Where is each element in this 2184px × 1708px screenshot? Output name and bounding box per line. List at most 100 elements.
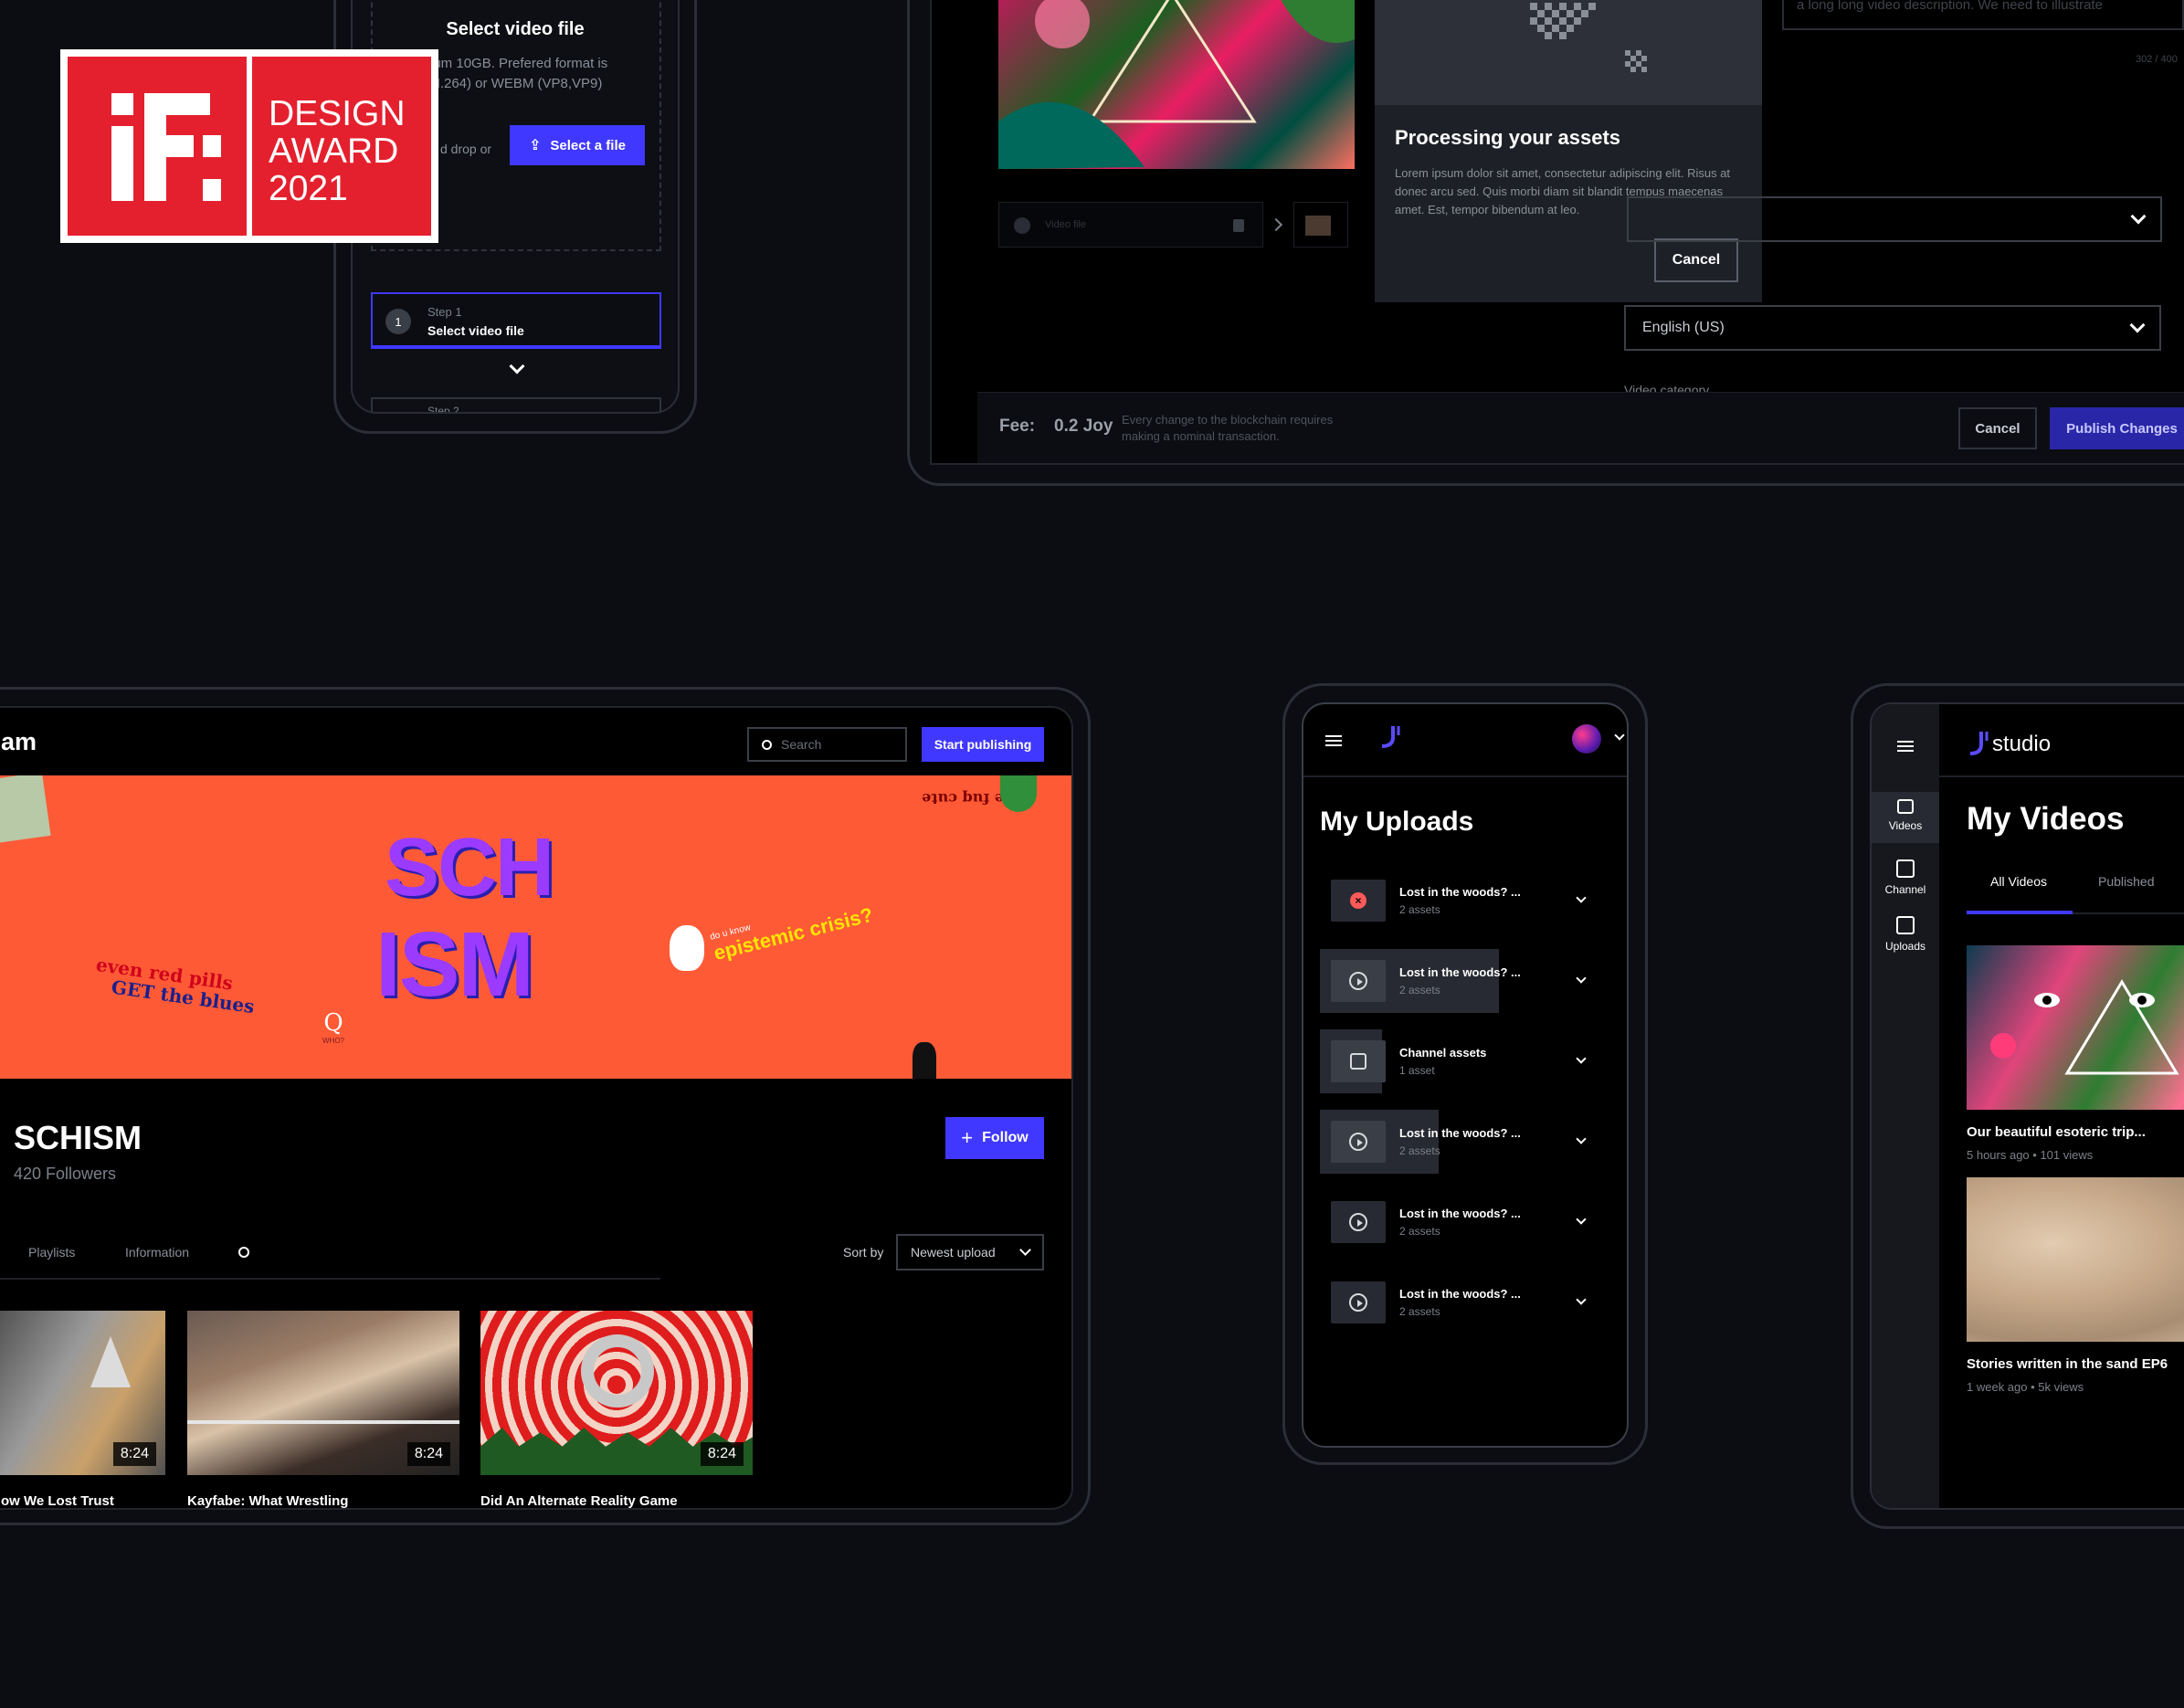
header-divider (1303, 775, 1627, 777)
category-label: Video category (1624, 383, 1710, 392)
upload-item[interactable]: Lost in the woods? ... 2 assets (1303, 1270, 1627, 1334)
fee-note-1: Every change to the blockchain requires (1122, 413, 1334, 427)
follow-button[interactable]: + Follow (945, 1117, 1044, 1159)
search-input[interactable]: Search (747, 727, 907, 762)
channel-icon (1331, 1040, 1386, 1082)
chevron-down-icon[interactable] (1576, 973, 1587, 984)
select-file-button[interactable]: ⇪ Select a file (510, 125, 645, 165)
chevron-down-icon[interactable] (1576, 1133, 1587, 1144)
play-icon (1331, 1281, 1386, 1323)
expand-steps-icon[interactable] (509, 358, 525, 374)
upload-item[interactable]: Lost in the woods? ... 2 assets (1303, 1110, 1627, 1174)
checker-art (1530, 3, 1647, 72)
upload-desc-2: (H.264) or WEBM (VP8,VP9) (426, 76, 603, 91)
studio-hamburger-icon[interactable] (1897, 741, 1914, 752)
video-title[interactable]: Did An Alternate Reality Game (480, 1493, 678, 1508)
thumbnail-field[interactable] (1293, 202, 1348, 248)
avatar[interactable] (1572, 724, 1601, 754)
chevron-down-icon[interactable] (1576, 1053, 1587, 1064)
edit-tablet-frame: Video file Processing your assets Lorem … (907, 0, 2184, 486)
step-2-card[interactable]: Step 2 (371, 397, 661, 412)
tab-active-indicator (1967, 911, 2073, 914)
chevron-down-icon[interactable] (1576, 892, 1587, 903)
upload-item-sub: 2 assets (1399, 984, 1440, 996)
tab-information[interactable]: Information (125, 1245, 189, 1260)
description-field[interactable]: a long long video description. We need t… (1782, 0, 2184, 30)
upload-item[interactable]: Lost in the woods? ... 2 assets (1303, 949, 1627, 1013)
avatar-chevron-icon[interactable] (1614, 730, 1625, 741)
char-count: 302 / 400 (2136, 54, 2178, 65)
studio-video-title[interactable]: Our beautiful esoteric trip... (1967, 1124, 2146, 1140)
channel-banner: SCH ISM even red pills GET the blues Q W… (0, 775, 1071, 1079)
channel-search-icon[interactable] (238, 1247, 249, 1258)
chevron-down-icon[interactable] (1576, 1294, 1587, 1305)
step-title: Select video file (427, 323, 524, 338)
step-number: 1 (385, 309, 411, 334)
studio-header-divider (1939, 775, 2184, 777)
upload-item-sub: 2 assets (1399, 1225, 1440, 1238)
sort-select[interactable]: Newest upload (896, 1234, 1044, 1270)
tab-published[interactable]: Published (2098, 874, 2155, 889)
video-file-field[interactable]: Video file (998, 202, 1263, 248)
banner-pills-text: even red pills GET the blues (94, 953, 257, 1018)
processing-illustration (1375, 0, 1762, 105)
if-design-award-badge: DESIGN AWARD 2021 (60, 49, 438, 243)
start-publishing-button[interactable]: Start publishing (922, 727, 1044, 762)
upload-item[interactable]: Channel assets 1 asset (1303, 1029, 1627, 1093)
fee-note-2: making a nominal transaction. (1122, 429, 1280, 443)
step-1-card[interactable]: 1 Step 1 Select video file (371, 292, 661, 349)
upload-item[interactable]: Lost in the woods? ... 2 assets (1303, 1190, 1627, 1254)
uploads-phone-screen: My Uploads × Lost in the woods? ... 2 as… (1302, 702, 1629, 1448)
drop-text: d drop or (440, 142, 492, 156)
channel-tablet-frame: am Search Start publishing SCH ISM even … (0, 687, 1091, 1525)
studio-video-meta: 1 week ago • 5k views (1967, 1380, 2084, 1394)
tab-all-videos[interactable]: All Videos (1990, 874, 2047, 889)
channel-tablet-screen: am Search Start publishing SCH ISM even … (0, 706, 1073, 1510)
chevron-right-icon[interactable] (1269, 217, 1283, 232)
language-select[interactable]: English (US) (1624, 305, 2161, 351)
studio-video-thumbnail[interactable] (1967, 945, 2184, 1110)
sidebar-item-uploads[interactable]: Uploads (1872, 911, 1939, 962)
play-icon (1331, 960, 1386, 1002)
dropdown-empty[interactable] (1627, 196, 2162, 242)
hamburger-icon[interactable] (1325, 735, 1342, 746)
upload-item[interactable]: × Lost in the woods? ... 2 assets (1303, 869, 1627, 933)
tab-playlists[interactable]: Playlists (28, 1245, 75, 1260)
video-card[interactable]: 8:24 (0, 1311, 165, 1475)
chevron-down-icon (2130, 208, 2147, 225)
video-title[interactable]: ow We Lost Trust (1, 1493, 114, 1508)
app-logo[interactable]: am (1, 728, 37, 756)
joystream-logo[interactable] (1378, 724, 1400, 750)
upload-item-sub: 2 assets (1399, 1144, 1440, 1157)
upload-item-title: Lost in the woods? ... (1399, 1207, 1521, 1220)
upload-item-title: Lost in the woods? ... (1399, 1287, 1521, 1301)
tabs-divider (2073, 912, 2184, 914)
sidebar-item-channel[interactable]: Channel (1872, 854, 1939, 905)
studio-video-thumbnail[interactable] (1967, 1177, 2184, 1342)
publish-changes-button[interactable]: Publish Changes (2050, 407, 2184, 449)
sidebar-item-videos[interactable]: Videos (1872, 792, 1939, 843)
foil-hat (90, 1336, 131, 1387)
studio-video-title[interactable]: Stories written in the sand EP6 (1967, 1356, 2168, 1372)
award-line3: 2021 (269, 169, 348, 208)
chevron-down-icon (2129, 317, 2146, 333)
banner-title-top: SCH (385, 822, 554, 913)
studio-brand: studio (1992, 732, 2052, 756)
banner-title-bottom: ISM (375, 913, 534, 1016)
chevron-down-icon[interactable] (1576, 1214, 1587, 1225)
studio-logo-icon[interactable] (1967, 730, 1989, 757)
video-card[interactable]: 8:24 (480, 1311, 753, 1475)
esoteric-art (1990, 979, 2179, 1075)
video-duration: 8:24 (406, 1442, 450, 1466)
video-title[interactable]: Kayfabe: What Wrestling (187, 1493, 348, 1508)
banner-person (913, 1042, 936, 1079)
dialog-cancel-button[interactable]: Cancel (1654, 238, 1738, 282)
step-label: Step 1 (427, 305, 462, 319)
page-title: My Uploads (1320, 807, 1474, 837)
cancel-button[interactable]: Cancel (1958, 407, 2037, 449)
channel-icon (1896, 859, 1915, 878)
video-file-icon (1014, 217, 1030, 234)
uploads-phone-frame: My Uploads × Lost in the woods? ... 2 as… (1282, 683, 1648, 1465)
if-logo (68, 57, 247, 236)
video-card[interactable]: 8:24 (187, 1311, 459, 1475)
